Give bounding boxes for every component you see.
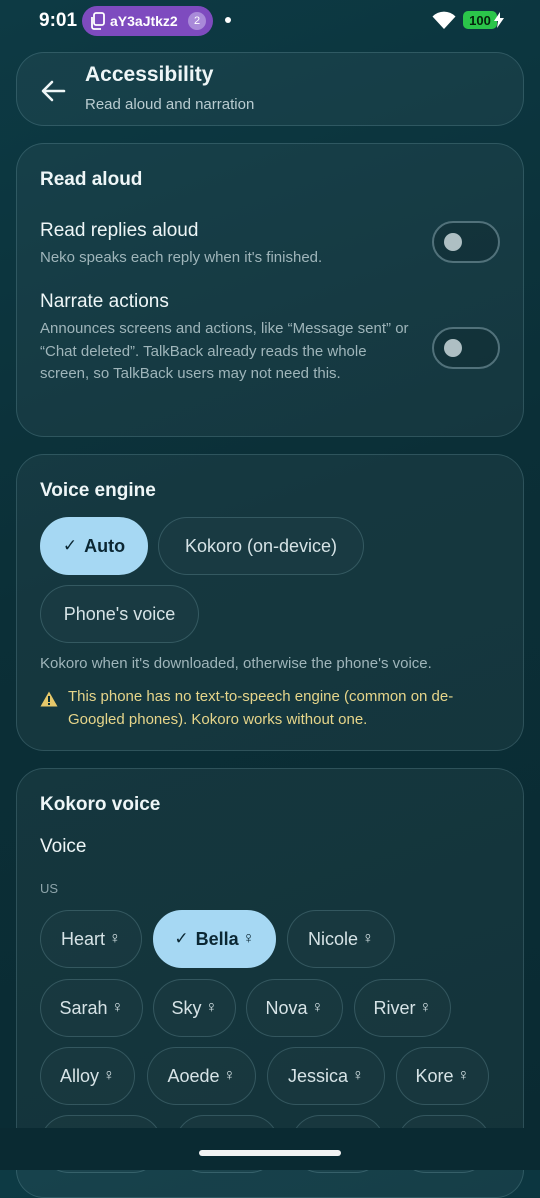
voice-chip-nicole[interactable]: Nicole ♀ bbox=[287, 910, 395, 968]
notification-dot bbox=[225, 17, 231, 23]
female-icon: ♀ bbox=[205, 999, 218, 1016]
toggle-knob bbox=[444, 233, 462, 251]
female-icon: ♀ bbox=[111, 999, 124, 1016]
home-indicator[interactable] bbox=[199, 1150, 341, 1156]
notification-count-badge: 2 bbox=[188, 12, 206, 30]
back-arrow-icon[interactable] bbox=[39, 77, 67, 105]
notification-chip-text: aY3aJtkz2 bbox=[110, 13, 178, 29]
engine-chip-label: Auto bbox=[84, 535, 126, 556]
header-card: Accessibility Read aloud and narration bbox=[16, 52, 524, 126]
narrate-actions-toggle[interactable] bbox=[432, 327, 500, 369]
check-icon: ✓ bbox=[174, 929, 189, 948]
engine-chip-auto[interactable]: ✓ Auto bbox=[40, 517, 148, 575]
status-time: 9:01 bbox=[39, 10, 78, 31]
voice-chip-kore[interactable]: Kore ♀ bbox=[396, 1047, 489, 1105]
narrate-actions-label: Narrate actions bbox=[40, 291, 169, 312]
voice-chip-aoede[interactable]: Aoede ♀ bbox=[147, 1047, 256, 1105]
page-subtitle: Read aloud and narration bbox=[85, 96, 255, 113]
voice-chip-label: Sarah bbox=[59, 997, 108, 1018]
battery-icon: 100 bbox=[463, 11, 497, 29]
female-icon: ♀ bbox=[352, 1067, 365, 1084]
voice-chip-jessica[interactable]: Jessica ♀ bbox=[267, 1047, 385, 1105]
voice-chip-alloy[interactable]: Alloy ♀ bbox=[40, 1047, 135, 1105]
voice-chip-label: Aoede bbox=[167, 1065, 220, 1086]
female-icon: ♀ bbox=[362, 930, 375, 947]
voice-chip-label: Nova bbox=[265, 997, 308, 1018]
female-icon: ♀ bbox=[223, 1067, 236, 1084]
engine-chip-kokoro[interactable]: Kokoro (on-device) bbox=[158, 517, 364, 575]
kokoro-voice-title: Kokoro voice bbox=[40, 794, 161, 815]
read-aloud-title: Read aloud bbox=[40, 169, 143, 190]
wifi-icon bbox=[432, 11, 456, 29]
narrate-actions-description: Announces screens and actions, like “Mes… bbox=[40, 320, 409, 382]
navigation-bar bbox=[0, 1128, 540, 1170]
charging-icon bbox=[494, 12, 504, 28]
voice-chip-label: Sky bbox=[171, 997, 202, 1018]
voice-chip-bella[interactable]: ✓ Bella ♀ bbox=[153, 910, 276, 968]
female-icon: ♀ bbox=[419, 999, 432, 1016]
voice-chip-label: Bella bbox=[195, 928, 239, 949]
female-icon: ♀ bbox=[109, 930, 121, 947]
female-icon: ♀ bbox=[103, 1067, 115, 1084]
voice-engine-card: Voice engine ✓ Auto Kokoro (on-device) P… bbox=[16, 454, 524, 751]
voice-chip-label: River bbox=[373, 997, 416, 1018]
read-replies-label: Read replies aloud bbox=[40, 220, 199, 241]
voice-group-label: US bbox=[40, 881, 59, 896]
engine-chip-phone-voice[interactable]: Phone's voice bbox=[40, 585, 199, 643]
read-replies-toggle[interactable] bbox=[432, 221, 500, 263]
voice-chip-label: Heart bbox=[60, 928, 105, 949]
voice-engine-title: Voice engine bbox=[40, 480, 156, 501]
read-replies-description: Neko speaks each reply when it's finishe… bbox=[40, 249, 323, 266]
engine-chip-label: Phone's voice bbox=[63, 603, 176, 624]
warning-icon bbox=[40, 691, 58, 707]
voice-chip-label: Kore bbox=[415, 1065, 454, 1086]
read-aloud-card: Read aloud Read replies aloud Neko speak… bbox=[16, 143, 524, 437]
female-icon: ♀ bbox=[311, 999, 324, 1016]
voice-chip-river[interactable]: River ♀ bbox=[354, 979, 451, 1037]
female-icon: ♀ bbox=[242, 930, 255, 947]
warning-text: This phone has no text-to-speech engine … bbox=[68, 688, 454, 728]
notification-chip[interactable]: aY3aJtkz2 2 bbox=[82, 6, 213, 36]
female-icon: ♀ bbox=[457, 1067, 470, 1084]
engine-chip-label: Kokoro (on-device) bbox=[184, 535, 338, 556]
copy-icon bbox=[91, 12, 105, 30]
voice-chip-nova[interactable]: Nova ♀ bbox=[246, 979, 343, 1037]
page-title: Accessibility bbox=[85, 63, 214, 86]
voice-chip-sarah[interactable]: Sarah ♀ bbox=[40, 979, 143, 1037]
status-bar: 9:01 aY3aJtkz2 2 100 bbox=[0, 0, 540, 40]
voice-chip-label: Alloy bbox=[59, 1065, 99, 1086]
voice-engine-note: Kokoro when it's downloaded, otherwise t… bbox=[40, 655, 432, 672]
voice-subtitle: Voice bbox=[40, 836, 87, 857]
toggle-knob bbox=[444, 339, 462, 357]
voice-chip-sky[interactable]: Sky ♀ bbox=[153, 979, 236, 1037]
voice-chip-label: Nicole bbox=[307, 928, 359, 949]
voice-chip-heart[interactable]: Heart ♀ bbox=[40, 910, 142, 968]
voice-chip-label: Jessica bbox=[287, 1065, 349, 1086]
check-icon: ✓ bbox=[62, 536, 78, 555]
